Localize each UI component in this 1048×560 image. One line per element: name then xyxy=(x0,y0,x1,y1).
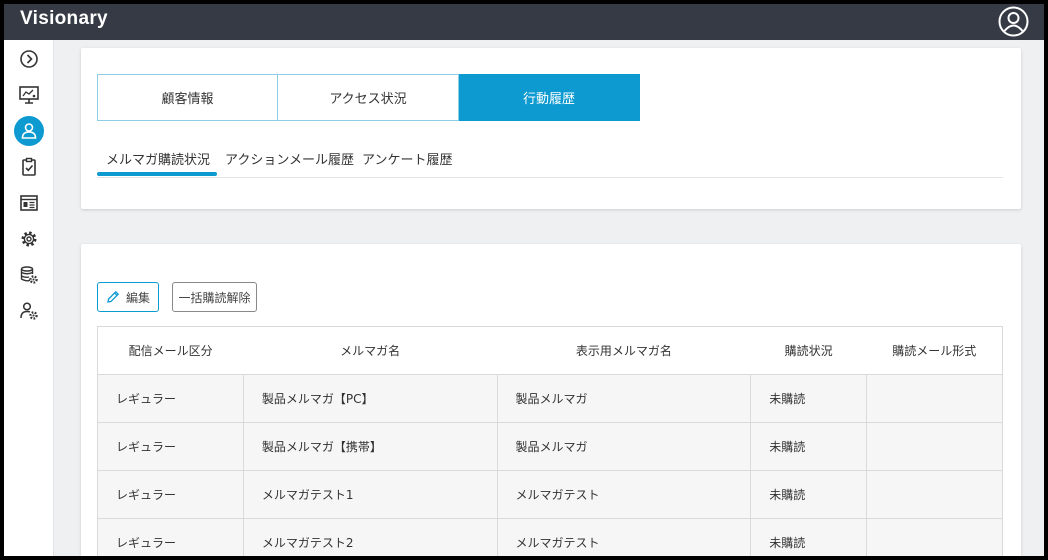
edit-button-label: 編集 xyxy=(125,290,150,305)
table-cell xyxy=(866,422,1003,471)
user-circle-icon[interactable] xyxy=(997,5,1030,38)
sidebar-item-admin[interactable] xyxy=(14,296,44,326)
sub-tabs: メルマガ購読状況 アクションメール履歴 アンケート履歴 xyxy=(97,143,1003,178)
user-icon xyxy=(21,123,37,139)
table-cell xyxy=(866,518,1003,556)
table-cell xyxy=(866,470,1003,519)
subtab-action-mail-history[interactable]: アクションメール履歴 xyxy=(225,149,354,168)
top-bar: Visionary xyxy=(4,4,1044,40)
main-tabs: 顧客情報 アクセス状況 行動履歴 xyxy=(97,74,640,121)
pencil-icon xyxy=(107,290,120,303)
table-cell xyxy=(866,374,1003,423)
database-gear-icon xyxy=(20,266,38,284)
table-cell: 未購読 xyxy=(750,374,868,423)
table-header-row: 配信メール区分 メルマガ名 表示用メルマガ名 購読状況 購読メール形式 xyxy=(97,326,1003,375)
sidebar-item-settings[interactable] xyxy=(14,224,44,254)
app-logo: Visionary xyxy=(20,8,108,29)
subtab-newsletter-subscription[interactable]: メルマガ購読状況 xyxy=(106,149,210,168)
table-row: レギュラー メルマガテスト2 メルマガテスト 未購読 xyxy=(97,518,1003,556)
table-cell: メルマガテスト xyxy=(496,470,752,519)
sidebar-item-content[interactable] xyxy=(14,188,44,218)
gear-icon xyxy=(21,231,37,247)
tabs-card: 顧客情報 アクセス状況 行動履歴 メルマガ購読状況 アクションメール履歴 アンケ… xyxy=(81,48,1021,209)
column-header: メルマガ名 xyxy=(243,326,498,375)
app-window: Visionary 顧客情報 アクセス状況 行動履歴 メルマガ購読状況 アクショ… xyxy=(4,4,1044,556)
table-cell: メルマガテスト2 xyxy=(242,518,498,556)
subscription-table: 配信メール区分 メルマガ名 表示用メルマガ名 購読状況 購読メール形式 レギュラ… xyxy=(97,326,1003,556)
subscription-card: 編集 一括購読解除 配信メール区分 メルマガ名 表示用メルマガ名 購読状況 購読… xyxy=(81,244,1021,556)
column-header: 購読メール形式 xyxy=(866,326,1003,375)
table-cell: 製品メルマガ xyxy=(496,422,752,471)
monitor-icon xyxy=(19,86,39,104)
sidebar xyxy=(4,40,54,556)
table-cell: 製品メルマガ【PC】 xyxy=(242,374,498,423)
sidebar-item-customer[interactable] xyxy=(14,116,44,146)
chevron-right-circle-icon xyxy=(20,50,38,68)
column-header: 購読状況 xyxy=(750,326,867,375)
sidebar-item-expand[interactable] xyxy=(14,44,44,74)
table-cell: 未購読 xyxy=(750,518,868,556)
table-cell: 未購読 xyxy=(750,422,868,471)
table-row: レギュラー 製品メルマガ【PC】 製品メルマガ 未購読 xyxy=(97,374,1003,423)
tab-action-history[interactable]: 行動履歴 xyxy=(459,74,640,121)
column-header: 配信メール区分 xyxy=(97,326,244,375)
table-row: レギュラー 製品メルマガ【携帯】 製品メルマガ 未購読 xyxy=(97,422,1003,471)
clipboard-check-icon xyxy=(22,157,36,176)
sidebar-item-tasks[interactable] xyxy=(14,152,44,182)
bulk-unsubscribe-button[interactable]: 一括購読解除 xyxy=(172,282,257,312)
table-cell: レギュラー xyxy=(97,470,244,519)
sidebar-item-monitor[interactable] xyxy=(14,80,44,110)
active-subtab-indicator xyxy=(97,172,217,176)
table-cell: 未購読 xyxy=(750,470,868,519)
tab-customer-info[interactable]: 顧客情報 xyxy=(97,74,278,121)
table-cell: メルマガテスト1 xyxy=(242,470,498,519)
layout-icon xyxy=(20,195,38,211)
tab-access-status[interactable]: アクセス状況 xyxy=(278,74,459,121)
user-gear-icon xyxy=(20,302,38,320)
table-cell: 製品メルマガ xyxy=(496,374,752,423)
table-cell: レギュラー xyxy=(97,422,244,471)
table-cell: レギュラー xyxy=(97,374,244,423)
column-header: 表示用メルマガ名 xyxy=(497,326,751,375)
subtab-survey-history[interactable]: アンケート履歴 xyxy=(362,149,452,168)
table-cell: レギュラー xyxy=(97,518,244,556)
edit-button[interactable]: 編集 xyxy=(97,282,159,312)
table-cell: 製品メルマガ【携帯】 xyxy=(242,422,498,471)
table-row: レギュラー メルマガテスト1 メルマガテスト 未購読 xyxy=(97,470,1003,519)
table-cell: メルマガテスト xyxy=(496,518,752,556)
sidebar-item-database[interactable] xyxy=(14,260,44,290)
